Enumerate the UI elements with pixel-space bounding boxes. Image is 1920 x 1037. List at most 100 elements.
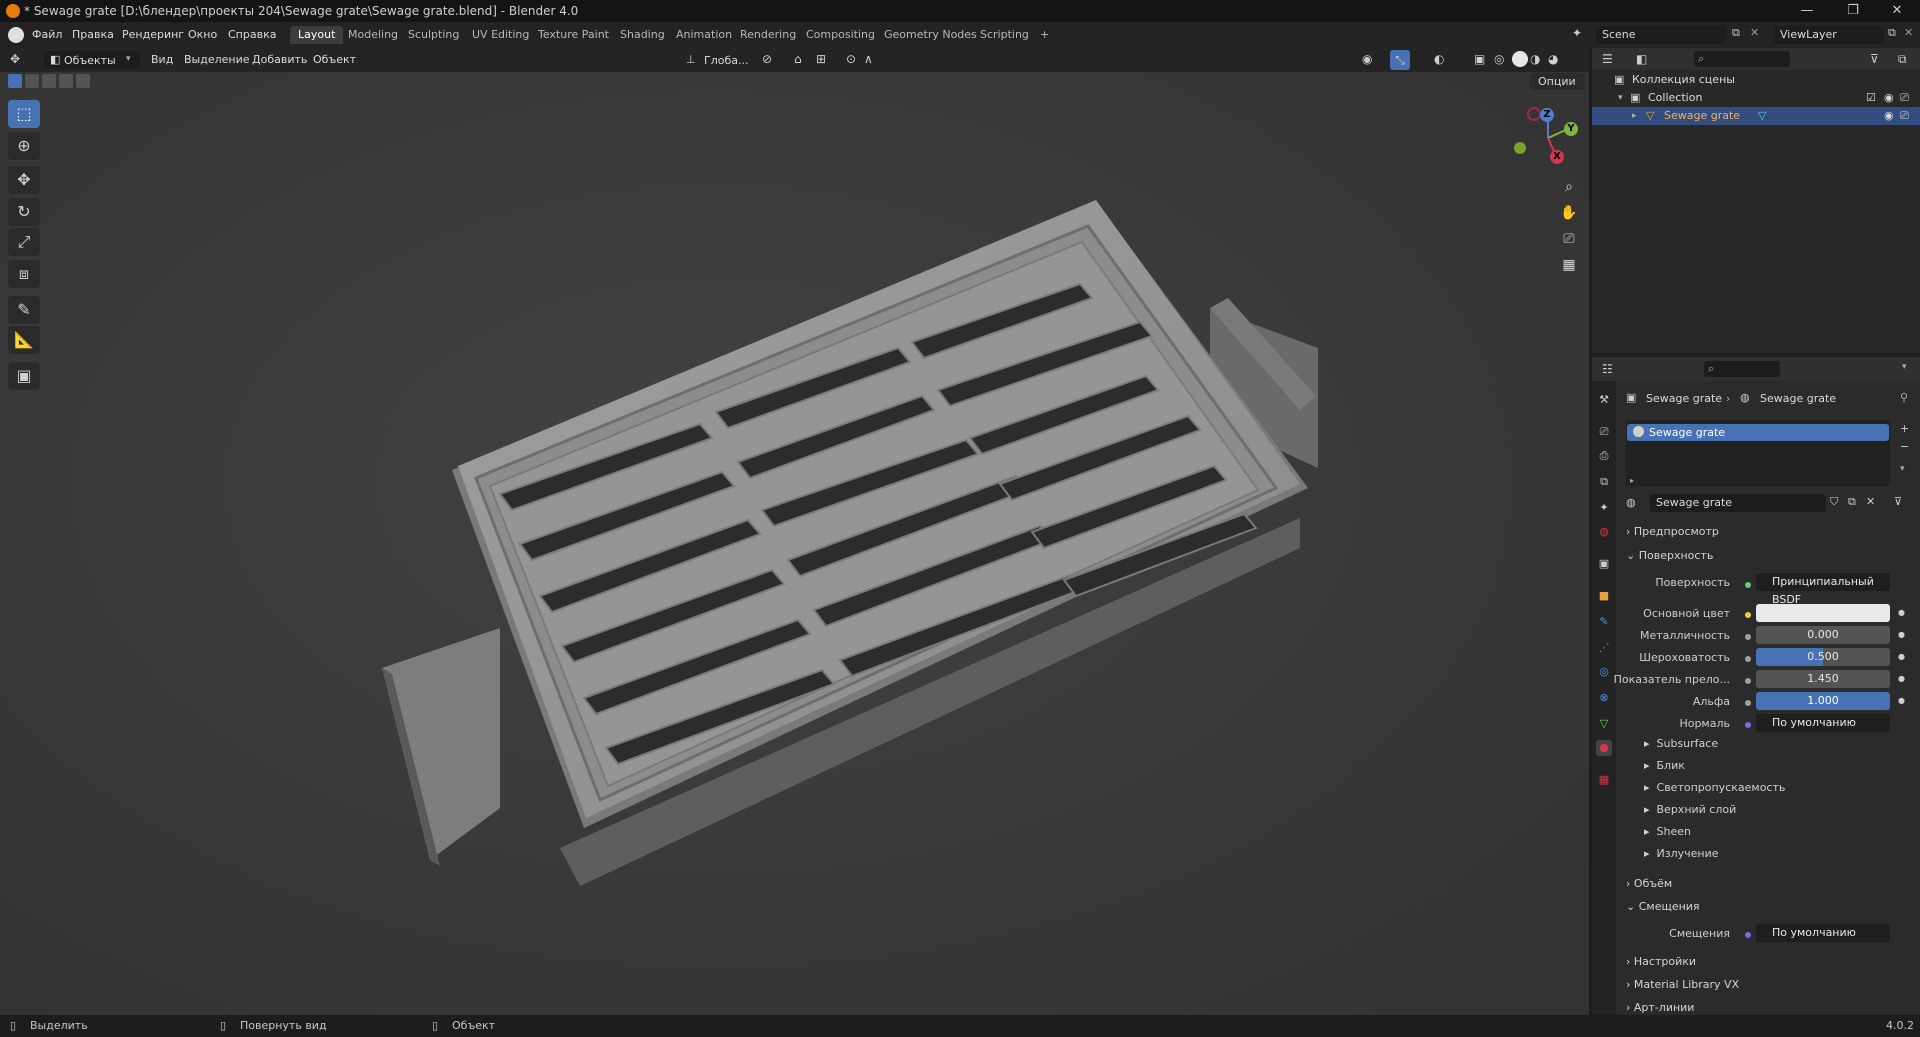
eye-icon[interactable]: ◉ [1884,107,1894,125]
material-name-field[interactable]: Sewage grate [1650,494,1826,512]
viewport-menu-add[interactable]: Добавить [252,53,307,66]
render-tab-icon[interactable]: ⎚ [1596,424,1612,440]
browse-material-icon[interactable]: ◍ [1626,496,1636,509]
camera-view-icon[interactable]: ⎚ [1556,226,1582,252]
subsection-coat[interactable]: ▸ Верхний слой [1644,800,1736,820]
keyframe-dot-icon[interactable]: ● [1898,674,1905,683]
roughness-slider[interactable]: 0.500 [1756,648,1890,666]
value-socket-icon[interactable] [1745,678,1751,684]
new-collection-icon[interactable]: ⧉ [1898,52,1907,67]
measure-tool-icon[interactable]: 📐 [8,326,40,354]
overlay-icon[interactable]: ◐ [1434,52,1444,66]
outliner-scene-collection[interactable]: ▣ Коллекция сцены [1592,71,1920,89]
section-settings[interactable]: › Настройки [1626,952,1696,972]
select-intersect-icon[interactable] [76,74,90,88]
viewport-menu-object[interactable]: Объект [313,53,356,66]
section-lineart[interactable]: › Арт-линии [1626,998,1694,1015]
properties-editor-icon[interactable]: ☷ [1602,362,1613,376]
tab-sculpting[interactable]: Sculpting [400,26,467,44]
keyframe-dot-icon[interactable]: ● [1898,696,1905,705]
slot-menu-chevron-icon[interactable]: ▾ [1900,464,1905,474]
value-socket-icon[interactable] [1745,700,1751,706]
transform-orientation[interactable]: ⊥ Глоба... [686,51,756,69]
menu-file[interactable]: Файл [32,28,62,41]
surface-shader-field[interactable]: Принципиальный BSDF [1756,573,1890,606]
editor-type-icon[interactable]: ✥ [10,52,34,68]
menu-render[interactable]: Рендеринг [122,28,184,41]
tool-tab-icon[interactable]: ⚒ [1596,392,1612,408]
gizmo-z-axis[interactable]: Z [1540,108,1554,122]
filter-icon[interactable]: ⊽ [1870,52,1879,66]
maximize-button[interactable]: ❐ [1830,0,1876,22]
scene-tab-icon[interactable]: ✦ [1596,500,1612,516]
add-cube-tool-icon[interactable]: ▣ [8,362,40,390]
tab-compositing[interactable]: Compositing [798,26,883,44]
viewport-menu-select[interactable]: Выделение [184,53,250,66]
subsection-specular[interactable]: ▸ Блик [1644,756,1685,776]
add-workspace-button[interactable]: + [1032,26,1057,44]
ior-field[interactable]: 1.450 [1756,670,1890,688]
display-mode-icon[interactable]: ◧ [1636,52,1647,66]
tab-scripting[interactable]: Scripting [972,26,1037,44]
tab-texture-paint[interactable]: Texture Paint [530,26,617,44]
collection-checkbox-icon[interactable]: ☑ [1866,89,1876,107]
new-view-layer-icon[interactable]: ⧉ [1888,26,1902,44]
3d-viewport[interactable] [0,48,1589,1015]
displacement-field[interactable]: По умолчанию [1756,924,1890,942]
outliner-collection[interactable]: ▾ ▣ Collection ☑ ◉ ⎚ [1592,89,1920,107]
tab-animation[interactable]: Animation [668,26,740,44]
new-scene-icon[interactable]: ⧉ [1732,26,1746,44]
pin-icon[interactable]: ⚲ [1900,391,1908,404]
remove-slot-icon[interactable]: − [1900,440,1909,453]
view-layer-field[interactable]: ViewLayer [1774,26,1884,44]
outliner-editor-icon[interactable]: ☰ [1602,52,1613,66]
menu-edit[interactable]: Правка [72,28,114,41]
transform-tool-icon[interactable]: ⧈ [8,260,40,288]
snap-target-icon[interactable]: ⊞ [816,52,826,66]
tab-layout[interactable]: Layout [290,26,344,44]
falloff-icon[interactable]: ∧ [864,52,873,66]
annotate-tool-icon[interactable]: ✎ [8,296,40,324]
camera-icon[interactable]: ⎚ [1900,107,1909,125]
select-subtract-icon[interactable] [42,74,56,88]
scale-tool-icon[interactable]: ⤢ [8,228,40,256]
subsection-sheen[interactable]: ▸ Sheen [1644,822,1691,842]
menu-window[interactable]: Окно [188,28,217,41]
select-invert-icon[interactable] [59,74,73,88]
breadcrumb-material[interactable]: Sewage grate [1760,392,1836,405]
value-socket-icon[interactable] [1745,634,1751,640]
rendered-shading-icon[interactable]: ◕ [1548,52,1558,66]
properties-search-input[interactable]: ⌕ [1704,361,1780,377]
section-displacement[interactable]: ⌄ Смещения [1626,897,1700,917]
view-layer-tab-icon[interactable]: ⧉ [1596,474,1612,490]
duplicate-material-icon[interactable]: ⧉ [1848,495,1856,509]
object-tab-icon[interactable]: ■ [1596,588,1612,604]
base-color-swatch[interactable] [1756,604,1890,622]
visibility-icon[interactable]: ◉ [1362,52,1372,66]
material-tab-icon[interactable]: ● [1596,740,1612,756]
subsection-transmission[interactable]: ▸ Светопропускаемость [1644,778,1785,798]
rotate-tool-icon[interactable]: ↻ [8,198,40,226]
scene-name-field[interactable]: Scene [1596,26,1726,44]
slot-expand-icon[interactable]: ▸ [1630,476,1634,485]
wireframe-shading-icon[interactable]: ◎ [1494,52,1504,66]
outliner-object-sewage-grate[interactable]: ▸ ▽ Sewage grate ▽ ◉ ⎚ [1592,107,1920,125]
viewport-menu-view[interactable]: Вид [151,53,173,66]
select-box-tool-icon[interactable]: ⬚ [8,100,40,128]
view-layer-icon[interactable] [1748,26,1770,44]
solid-shading-icon[interactable] [1512,51,1528,67]
keyframe-dot-icon[interactable]: ● [1898,630,1905,639]
eye-icon[interactable]: ◉ [1884,89,1894,107]
pivot-icon[interactable]: ⊘ [762,52,772,66]
gizmo-y-axis[interactable]: Y [1564,122,1578,136]
alpha-slider[interactable]: 1.000 [1756,692,1890,710]
pan-hand-icon[interactable]: ✋ [1556,200,1582,226]
mesh-data-icon[interactable]: ▽ [1758,107,1766,125]
proportional-edit-icon[interactable]: ⊙ [846,52,856,66]
delete-view-layer-icon[interactable]: ✕ [1904,26,1916,44]
select-new-icon[interactable] [8,74,22,88]
value-socket-icon[interactable] [1745,656,1751,662]
options-dropdown[interactable]: Опции [1530,73,1584,90]
keyframe-dot-icon[interactable]: ● [1898,652,1905,661]
output-tab-icon[interactable]: ⎙ [1596,448,1612,464]
